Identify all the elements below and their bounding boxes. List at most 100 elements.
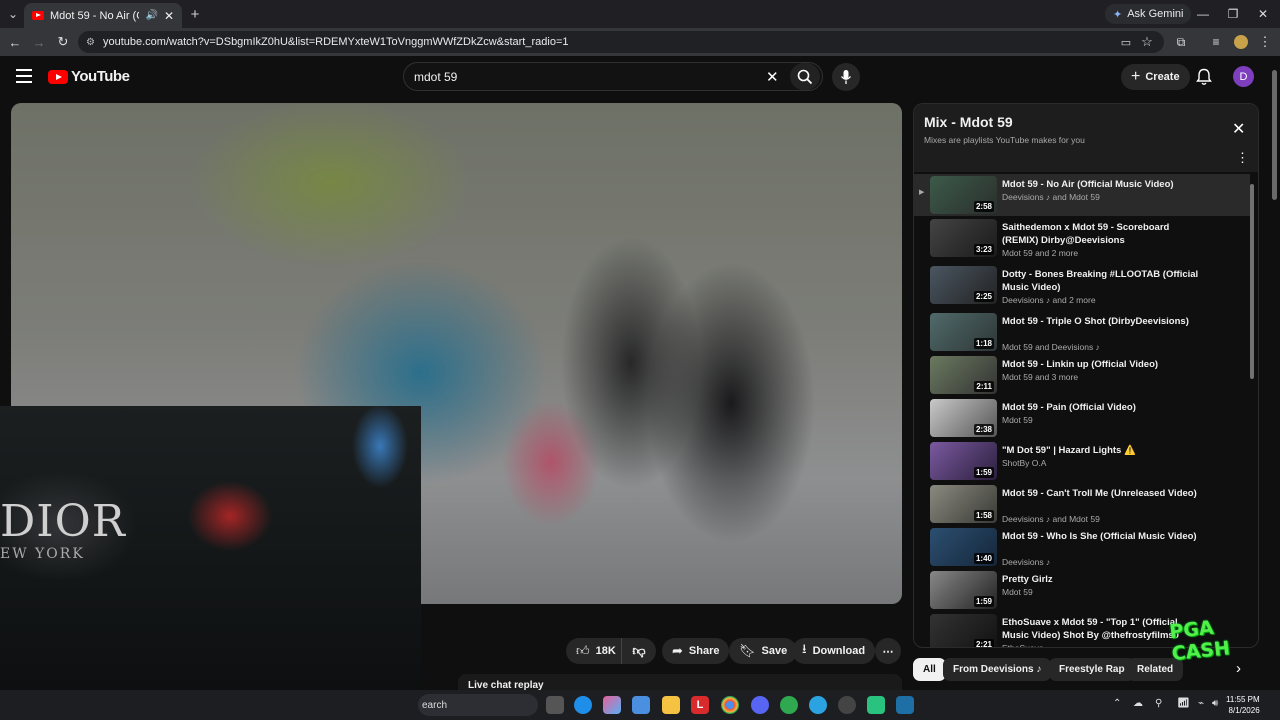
browser-tab-active[interactable]: Mdot 59 - No Air (Official M 🔊 ✕ xyxy=(24,3,182,28)
discord-icon[interactable] xyxy=(751,696,769,714)
playlist-item[interactable]: 2:25 Dotty - Bones Breaking #LLOOTAB (Off… xyxy=(914,264,1250,310)
tab-close-icon[interactable]: ✕ xyxy=(164,9,174,23)
youtube-logo[interactable]: YouTube xyxy=(48,68,130,85)
copilot-icon[interactable] xyxy=(603,696,621,714)
playlist-item-thumbnail[interactable]: 2:58 xyxy=(930,176,997,214)
new-tab-button[interactable]: + xyxy=(186,5,204,23)
dislike-button[interactable]: 👎︎ xyxy=(621,638,656,664)
playlist-item-thumbnail[interactable]: 2:21 xyxy=(930,614,997,648)
page-scrollbar[interactable] xyxy=(1270,56,1280,696)
guide-menu-icon[interactable] xyxy=(16,69,32,83)
steam-icon[interactable] xyxy=(838,696,856,714)
share-button[interactable]: ➦ Share xyxy=(662,638,730,664)
like-button[interactable]: 👍︎ 18K xyxy=(566,638,621,664)
taskbar-clock[interactable]: 11:55 PM 8/1/2026 xyxy=(1226,694,1260,716)
playlist-item-title[interactable]: Mdot 59 - Linkin up (Official Video) xyxy=(1002,358,1207,371)
playlist-item[interactable]: 1:18 Mdot 59 - Triple O Shot (DirbyDeevis… xyxy=(914,311,1250,353)
save-button[interactable]: 🔖︎ Save xyxy=(729,638,798,664)
share-label: Share xyxy=(688,645,720,657)
tab-search-chevron-icon[interactable]: ⌄ xyxy=(4,5,22,23)
tray-usb-icon[interactable]: ⚲ xyxy=(1155,698,1162,709)
playlist-item-title[interactable]: Mdot 59 - No Air (Official Music Video) xyxy=(1002,178,1207,191)
window-close-button[interactable]: ✕ xyxy=(1248,4,1278,24)
more-horizontal-icon: ⋯ xyxy=(882,645,894,658)
maximize-button[interactable]: ❐ xyxy=(1218,4,1248,24)
playlist-item-title[interactable]: Pretty Girlz xyxy=(1002,573,1207,586)
playlist-item-thumbnail[interactable]: 3:23 xyxy=(930,219,997,257)
back-arrow-icon[interactable]: ← xyxy=(5,32,25,52)
playlist-title[interactable]: Mix - Mdot 59 xyxy=(924,114,1013,130)
playlist-item-title[interactable]: Mdot 59 - Who Is She (Official Music Vid… xyxy=(1002,530,1207,543)
network-icon[interactable]: ⌁ xyxy=(1198,698,1204,709)
messaging-app-icon[interactable] xyxy=(809,696,827,714)
minimize-button[interactable]: — xyxy=(1188,4,1218,24)
playlist-item[interactable]: 1:58 Mdot 59 - Can't Troll Me (Unreleased… xyxy=(914,483,1250,525)
volume-icon[interactable]: 🔊︎ xyxy=(1212,698,1218,709)
chip-all[interactable]: All xyxy=(913,658,946,681)
chrome-menu-icon[interactable]: ⋮ xyxy=(1255,32,1275,52)
create-button[interactable]: + Create xyxy=(1121,64,1190,90)
task-view-icon[interactable] xyxy=(546,696,564,714)
extensions-icon[interactable]: ⧉ xyxy=(1171,32,1191,52)
photos-app-icon[interactable] xyxy=(896,696,914,714)
playlist-item-duration: 2:21 xyxy=(973,639,994,648)
ask-gemini-button[interactable]: ✦ Ask Gemini xyxy=(1105,4,1192,24)
playlist-item-title[interactable]: Mdot 59 - Triple O Shot (DirbyDeevisions… xyxy=(1002,315,1207,328)
file-explorer-icon[interactable] xyxy=(662,696,680,714)
playlist-scrollbar[interactable] xyxy=(1250,174,1255,644)
chip-from-deevisions[interactable]: From Deevisions ♪ xyxy=(943,658,1052,681)
whatsapp-icon[interactable] xyxy=(867,696,885,714)
more-actions-button[interactable]: ⋯ xyxy=(875,638,901,664)
cast-icon[interactable]: ▭ xyxy=(1116,32,1136,52)
voice-search-button[interactable] xyxy=(832,63,860,91)
media-controls-icon[interactable]: ≡ xyxy=(1206,32,1226,52)
reload-icon[interactable]: ↻ xyxy=(53,32,73,52)
forward-arrow-icon[interactable]: → xyxy=(29,32,49,52)
download-button[interactable]: ⭳ Download xyxy=(792,638,876,664)
taskbar-search[interactable]: earch xyxy=(418,694,538,716)
chip-freestyle-rap[interactable]: Freestyle Rap xyxy=(1049,658,1135,681)
pen-app-icon[interactable] xyxy=(632,696,650,714)
playlist-more-icon[interactable]: ⋮ xyxy=(1236,150,1249,166)
l-app-icon[interactable]: L xyxy=(691,696,709,714)
tray-app-icon[interactable]: ☁ xyxy=(1133,698,1143,709)
search-button[interactable] xyxy=(790,63,820,90)
playlist-item-thumbnail[interactable]: 1:59 xyxy=(930,571,997,609)
playlist-item[interactable]: 1:59 "M Dot 59" | Hazard Lights ⚠️ ShotBy … xyxy=(914,440,1250,482)
playlist-item[interactable]: 2:38 Mdot 59 - Pain (Official Video) Mdot … xyxy=(914,397,1250,439)
clear-search-icon[interactable]: ✕ xyxy=(766,68,779,86)
audio-playing-icon[interactable]: 🔊 xyxy=(145,10,157,21)
playlist-item[interactable]: 1:59 Pretty Girlz Mdot 59 xyxy=(914,569,1250,611)
bookmark-star-icon[interactable]: ☆ xyxy=(1137,32,1157,52)
playlist-item-thumbnail[interactable]: 2:11 xyxy=(930,356,997,394)
playlist-item-title[interactable]: Mdot 59 - Can't Troll Me (Unreleased Vid… xyxy=(1002,487,1207,500)
chips-next-chevron-icon[interactable]: › xyxy=(1236,660,1241,677)
wifi-icon[interactable]: 📶︎ xyxy=(1177,698,1190,709)
address-bar[interactable]: ⚙ youtube.com/watch?v=DSbgmIkZ0hU&list=R… xyxy=(78,31,1164,53)
playlist-item-thumbnail[interactable]: 1:40 xyxy=(930,528,997,566)
playlist-item[interactable]: 3:23 Saithedemon x Mdot 59 - Scoreboard (… xyxy=(914,217,1250,263)
site-info-icon[interactable]: ⚙ xyxy=(86,37,95,48)
playlist-item[interactable]: 1:40 Mdot 59 - Who Is She (Official Music… xyxy=(914,526,1250,568)
account-avatar[interactable]: D xyxy=(1233,66,1254,87)
tray-overflow-chevron-icon[interactable]: ⌃ xyxy=(1113,698,1121,709)
playlist-item-thumbnail[interactable]: 1:59 xyxy=(930,442,997,480)
playlist-item-thumbnail[interactable]: 1:18 xyxy=(930,313,997,351)
playlist-item-thumbnail[interactable]: 2:25 xyxy=(930,266,997,304)
playlist-close-icon[interactable]: ✕ xyxy=(1232,119,1245,139)
playlist-item-title[interactable]: "M Dot 59" | Hazard Lights ⚠️ xyxy=(1002,444,1207,457)
playlist-item-title[interactable]: Saithedemon x Mdot 59 - Scoreboard (REMI… xyxy=(1002,221,1207,247)
search-input[interactable]: mdot 59 xyxy=(403,62,823,91)
profile-icon[interactable] xyxy=(1231,32,1251,52)
playlist-item-thumbnail[interactable]: 1:58 xyxy=(930,485,997,523)
playlist-item-duration: 2:25 xyxy=(973,291,994,302)
playlist-item[interactable]: 2:11 Mdot 59 - Linkin up (Official Video)… xyxy=(914,354,1250,396)
chrome-icon[interactable] xyxy=(721,696,739,714)
playlist-item-title[interactable]: Dotty - Bones Breaking #LLOOTAB (Officia… xyxy=(1002,268,1207,294)
playlist-item-thumbnail[interactable]: 2:38 xyxy=(930,399,997,437)
notifications-bell-icon[interactable] xyxy=(1196,68,1212,86)
edge-browser-icon[interactable] xyxy=(574,696,592,714)
playlist-item-title[interactable]: Mdot 59 - Pain (Official Video) xyxy=(1002,401,1207,414)
xbox-icon[interactable] xyxy=(780,696,798,714)
playlist-item[interactable]: ▶ 2:58 Mdot 59 - No Air (Official Music Vi… xyxy=(914,174,1250,216)
